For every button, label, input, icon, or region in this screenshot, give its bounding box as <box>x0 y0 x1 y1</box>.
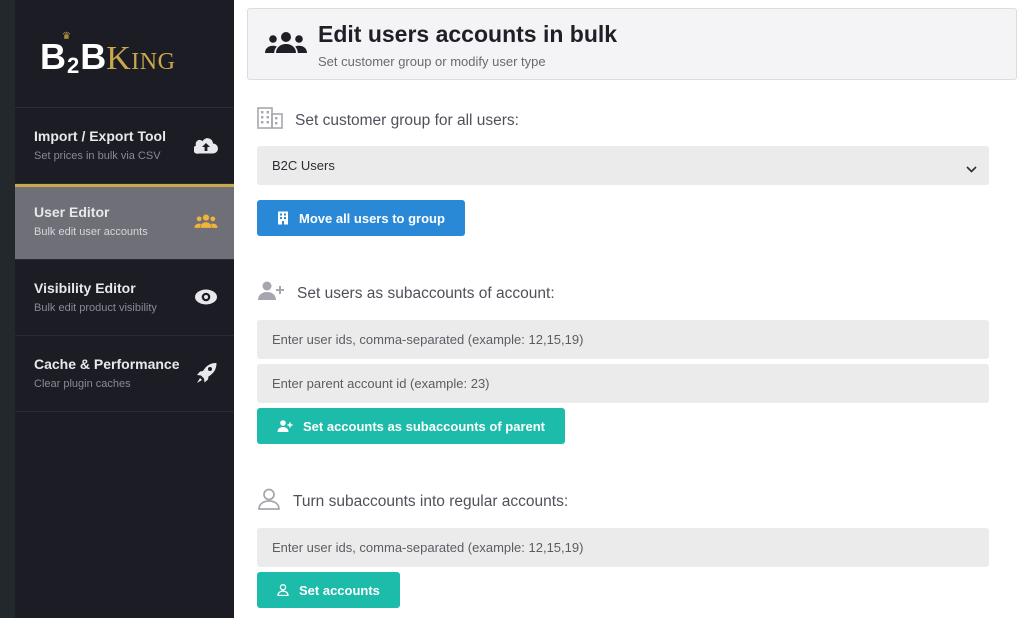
set-accounts-button[interactable]: Set accounts <box>257 572 400 608</box>
section-title-text: Turn subaccounts into regular accounts: <box>293 492 569 510</box>
page-subtitle: Set customer group or modify user type <box>318 54 546 69</box>
logo-two: 2 <box>67 53 80 78</box>
select-value: B2C Users <box>272 158 335 173</box>
button-label: Set accounts as subaccounts of parent <box>303 418 546 434</box>
users-icon <box>194 210 218 232</box>
user-plus-icon <box>257 281 297 306</box>
building-icon <box>278 211 288 225</box>
user-plus-icon <box>277 420 293 432</box>
sidebar-item-cache-performance[interactable]: Cache & Performance Clear plugin caches <box>15 336 234 412</box>
page-header: Edit users accounts in bulk Set customer… <box>247 8 1017 80</box>
logo-b2b: B <box>40 36 66 77</box>
logo-b-end: B <box>80 36 107 77</box>
customer-group-select[interactable]: B2C Users <box>257 146 989 185</box>
subaccount-user-ids-input[interactable]: Enter user ids, comma-separated (example… <box>257 320 989 359</box>
page-title: Edit users accounts in bulk <box>318 21 618 47</box>
input-placeholder: Enter parent account id (example: 23) <box>272 376 490 391</box>
set-subaccounts-button[interactable]: Set accounts as subaccounts of parent <box>257 408 566 444</box>
main-content: Edit users accounts in bulk Set customer… <box>247 0 1017 618</box>
button-label: Set accounts <box>299 582 380 598</box>
logo-king: King <box>106 40 176 77</box>
move-users-to-group-button[interactable]: Move all users to group <box>257 200 465 236</box>
sidebar-item-user-editor[interactable]: User Editor Bulk edit user accounts <box>15 184 234 260</box>
building-icon <box>257 107 295 134</box>
cloud-upload-icon <box>194 134 218 156</box>
eye-icon <box>194 286 218 308</box>
users-icon <box>262 31 310 61</box>
section-title-text: Set customer group for all users: <box>295 111 519 129</box>
section-title-regular-accounts: Turn subaccounts into regular accounts: <box>257 488 568 515</box>
rocket-icon <box>194 362 218 384</box>
sidebar-item-visibility-editor[interactable]: Visibility Editor Bulk edit product visi… <box>15 260 234 336</box>
regular-user-ids-input[interactable]: Enter user ids, comma-separated (example… <box>257 528 989 567</box>
parent-account-id-input[interactable]: Enter parent account id (example: 23) <box>257 364 989 403</box>
button-label: Move all users to group <box>299 210 445 226</box>
user-icon <box>257 488 293 515</box>
chevron-down-icon <box>966 161 977 176</box>
input-placeholder: Enter user ids, comma-separated (example… <box>272 540 584 555</box>
wp-admin-strip <box>0 0 15 618</box>
sidebar-item-import-export[interactable]: Import / Export Tool Set prices in bulk … <box>15 108 234 184</box>
sidebar: ♛ B2BKing Import / Export Tool Set price… <box>15 0 234 618</box>
section-title-customer-group: Set customer group for all users: <box>257 107 519 134</box>
user-icon <box>277 584 289 596</box>
brand-logo: ♛ B2BKing <box>15 0 234 108</box>
section-title-text: Set users as subaccounts of account: <box>297 284 555 302</box>
input-placeholder: Enter user ids, comma-separated (example… <box>272 332 584 347</box>
section-title-subaccounts: Set users as subaccounts of account: <box>257 281 555 306</box>
